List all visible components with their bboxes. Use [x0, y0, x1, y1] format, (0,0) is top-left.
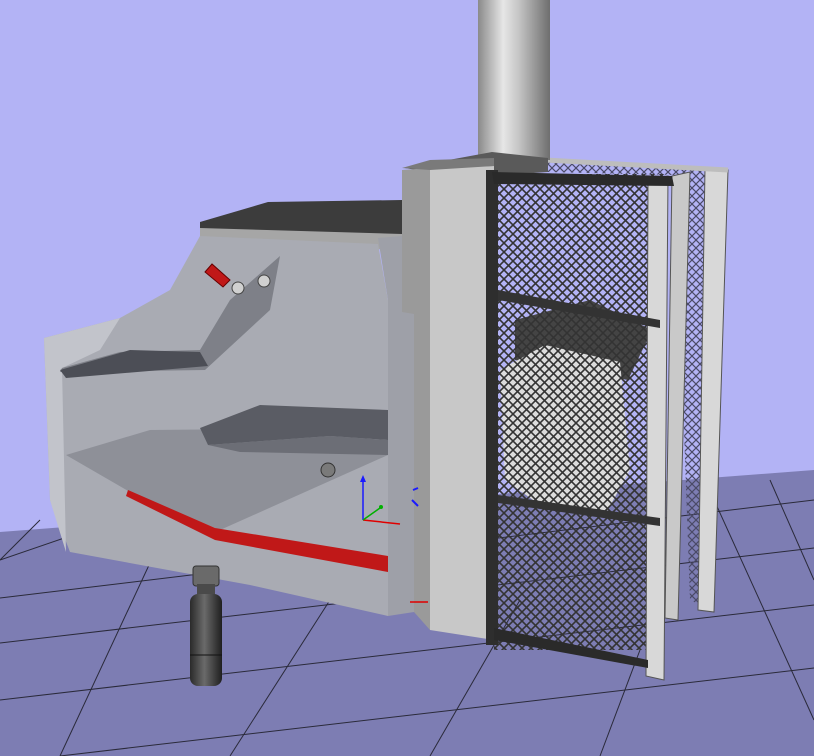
- scene-canvas[interactable]: [0, 0, 814, 756]
- chimney-pipe: [478, 0, 550, 160]
- cage-front-post: [645, 175, 669, 681]
- cylinder-valve: [192, 565, 220, 587]
- gas-cylinder: [190, 565, 222, 686]
- cage-front-mesh: [494, 174, 664, 650]
- bolt-2: [257, 274, 271, 288]
- y-axis-dot: [379, 505, 383, 509]
- cage-left-post: [486, 170, 498, 645]
- cylinder-body: [190, 594, 222, 686]
- bolt-1: [231, 281, 245, 295]
- knob[interactable]: [320, 462, 336, 478]
- mesh-cage: [486, 170, 674, 681]
- 3d-viewport[interactable]: [0, 0, 814, 756]
- center-column: [402, 158, 494, 640]
- column-face: [430, 166, 494, 640]
